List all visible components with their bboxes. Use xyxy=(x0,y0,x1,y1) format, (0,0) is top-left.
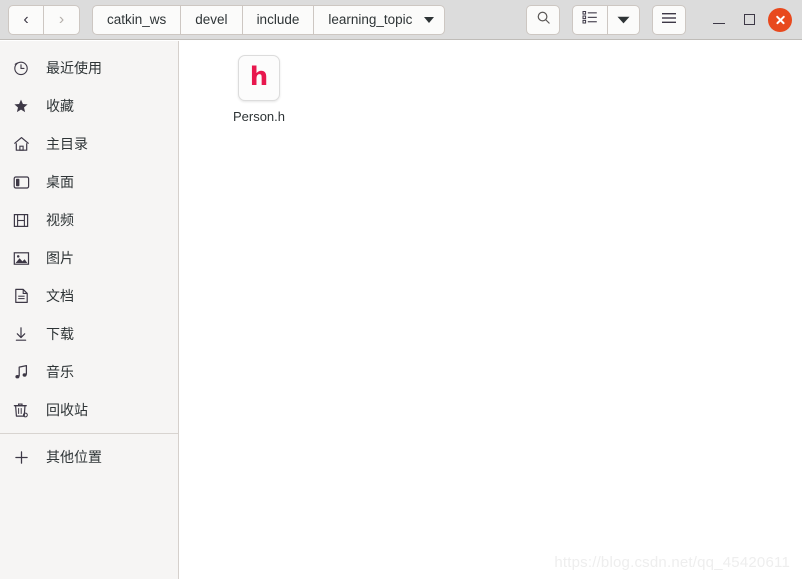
watermark: https://blog.csdn.net/qq_45420611 xyxy=(554,554,790,571)
sidebar-item-trash[interactable]: 回收站 xyxy=(0,391,178,429)
header-bar: ‹ › catkin_ws devel include learning_top… xyxy=(0,0,802,40)
breadcrumb-label: learning_topic xyxy=(328,12,413,27)
search-icon xyxy=(536,10,551,30)
sidebar-divider xyxy=(0,433,178,434)
sidebar-item-recent[interactable]: 最近使用 xyxy=(0,49,178,87)
view-mode-controls xyxy=(572,4,640,35)
navigation-buttons: ‹ › xyxy=(8,4,80,35)
maximize-button[interactable] xyxy=(734,5,764,35)
sidebar-item-label: 下载 xyxy=(46,327,74,343)
maximize-icon xyxy=(743,14,755,25)
sidebar-item-home[interactable]: 主目录 xyxy=(0,125,178,163)
breadcrumb-label: devel xyxy=(195,12,228,27)
file-label: Person.h xyxy=(232,109,286,124)
sidebar-item-label: 视频 xyxy=(46,213,74,229)
music-icon xyxy=(10,363,32,381)
sidebar-item-label: 文档 xyxy=(46,289,74,305)
file-manager-window: ‹ › catkin_ws devel include learning_top… xyxy=(0,0,802,579)
document-icon xyxy=(10,287,32,305)
sidebar-item-label: 主目录 xyxy=(46,137,88,153)
trash-icon xyxy=(10,401,32,419)
sidebar-item-downloads[interactable]: 下载 xyxy=(0,315,178,353)
breadcrumb-label: include xyxy=(256,12,300,27)
sidebar-item-other-locations[interactable]: 其他位置 xyxy=(0,438,178,476)
file-list-area[interactable]: h Person.h xyxy=(180,41,802,579)
plus-icon xyxy=(10,448,32,466)
sidebar-item-label: 图片 xyxy=(46,251,74,267)
clock-icon xyxy=(10,59,32,77)
sidebar: 最近使用 收藏 主目录 桌面 视频 图片 文档 下载 音乐 回收站 其他位置 xyxy=(0,41,179,579)
star-icon xyxy=(10,97,32,115)
forward-button[interactable]: › xyxy=(44,4,80,35)
back-button[interactable]: ‹ xyxy=(8,4,44,35)
close-button[interactable] xyxy=(768,7,792,32)
sidebar-item-label: 收藏 xyxy=(46,99,74,115)
close-icon xyxy=(775,14,786,25)
sidebar-item-music[interactable]: 音乐 xyxy=(0,353,178,391)
minimize-icon xyxy=(713,22,725,25)
video-icon xyxy=(10,211,32,229)
file-thumbnail: h xyxy=(238,55,280,101)
hamburger-menu-icon xyxy=(661,11,677,29)
sidebar-item-label: 回收站 xyxy=(46,403,88,419)
sidebar-item-documents[interactable]: 文档 xyxy=(0,277,178,315)
window-controls xyxy=(704,5,792,35)
home-icon xyxy=(10,135,32,153)
view-options-dropdown[interactable] xyxy=(608,4,640,35)
list-view-button[interactable] xyxy=(572,4,608,35)
header-file-icon: h xyxy=(249,62,269,92)
chevron-down-icon xyxy=(617,11,630,29)
file-item-person-h[interactable]: h Person.h xyxy=(216,55,302,124)
list-view-icon xyxy=(582,10,598,29)
chevron-right-icon: › xyxy=(58,10,65,28)
sidebar-item-label: 桌面 xyxy=(46,175,74,191)
chevron-left-icon: ‹ xyxy=(23,10,29,28)
main-menu-button[interactable] xyxy=(652,4,686,35)
sidebar-item-starred[interactable]: 收藏 xyxy=(0,87,178,125)
sidebar-item-label: 音乐 xyxy=(46,365,74,381)
breadcrumb-item-devel[interactable]: devel xyxy=(181,4,243,35)
breadcrumb-item-learning-topic[interactable]: learning_topic xyxy=(314,4,446,35)
sidebar-item-pictures[interactable]: 图片 xyxy=(0,239,178,277)
download-icon xyxy=(10,325,32,343)
sidebar-item-label: 最近使用 xyxy=(46,61,102,77)
sidebar-item-videos[interactable]: 视频 xyxy=(0,201,178,239)
breadcrumb: catkin_ws devel include learning_topic xyxy=(92,4,446,35)
breadcrumb-item-catkin-ws[interactable]: catkin_ws xyxy=(92,4,182,35)
breadcrumb-label: catkin_ws xyxy=(107,12,167,27)
minimize-button[interactable] xyxy=(704,5,734,35)
header-tools xyxy=(526,4,802,35)
image-icon xyxy=(10,249,32,267)
sidebar-item-label: 其他位置 xyxy=(46,450,102,466)
breadcrumb-item-include[interactable]: include xyxy=(242,4,315,35)
desktop-icon xyxy=(10,173,32,191)
chevron-down-icon xyxy=(424,16,435,23)
sidebar-item-desktop[interactable]: 桌面 xyxy=(0,163,178,201)
search-button[interactable] xyxy=(526,4,560,35)
